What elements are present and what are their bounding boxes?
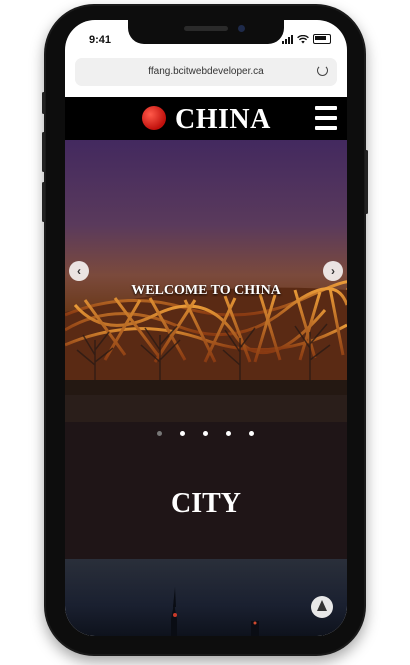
battery-icon (313, 34, 331, 44)
volume-down-button (42, 182, 45, 222)
carousel-dot[interactable] (203, 431, 208, 436)
china-flag-icon (142, 106, 166, 130)
reload-icon[interactable] (317, 65, 328, 76)
site-brand[interactable]: CHINA (175, 104, 271, 136)
url-text[interactable]: ffang.bcitwebdeveloper.ca (75, 66, 337, 77)
front-camera (238, 25, 245, 32)
wifi-icon (297, 34, 309, 43)
site-navbar: CHINA (65, 97, 347, 140)
hamburger-menu-icon[interactable] (315, 106, 337, 130)
hero-title: WELCOME TO CHINA (131, 283, 281, 298)
tv-tower-silhouette (171, 587, 259, 636)
status-icons (282, 34, 331, 44)
carousel-indicators (157, 431, 254, 436)
carousel-dot[interactable] (249, 431, 254, 436)
hero-carousel: WELCOME TO CHINA (65, 140, 347, 422)
address-bar[interactable]: ffang.bcitwebdeveloper.ca (75, 58, 337, 86)
city-skyline-image (65, 559, 347, 636)
signal-icon (282, 34, 293, 44)
speaker (184, 26, 228, 31)
mute-switch (42, 92, 45, 114)
phone-screen: 9:41 ffang.bcitwebdeveloper.ca CHINA WEL… (65, 20, 347, 636)
volume-up-button (42, 132, 45, 172)
carousel-next-button[interactable]: › (323, 261, 343, 281)
power-button (365, 150, 368, 214)
notch (128, 20, 284, 44)
section-title: CITY (170, 488, 241, 519)
birds-nest-stadium-image (65, 280, 347, 422)
back-to-top-button[interactable] (311, 596, 333, 618)
carousel-dot[interactable] (226, 431, 231, 436)
status-time: 9:41 (89, 34, 112, 46)
carousel-dot[interactable] (157, 431, 162, 436)
carousel-prev-button[interactable]: ‹ (69, 261, 89, 281)
carousel-dot[interactable] (180, 431, 185, 436)
